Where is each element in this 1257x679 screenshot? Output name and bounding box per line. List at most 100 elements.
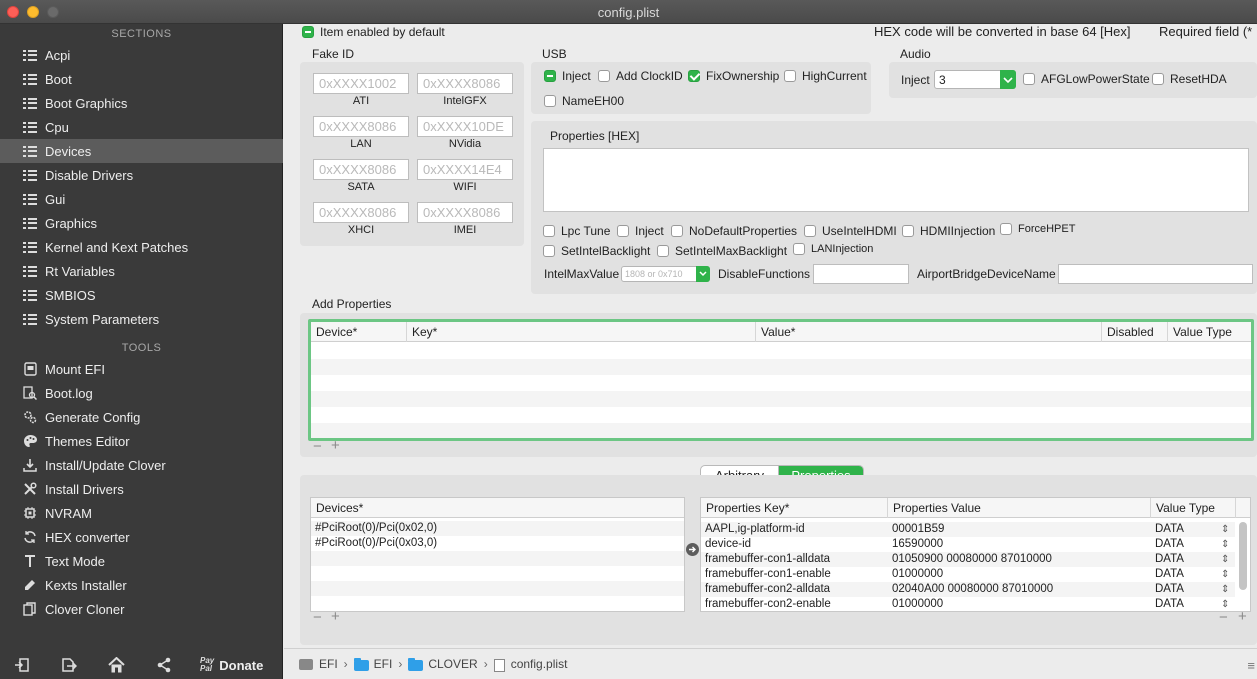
open-icon[interactable] — [11, 654, 33, 676]
usb-inject-checkbox[interactable]: Inject — [544, 69, 591, 83]
sidebar-item-cpu[interactable]: Cpu — [0, 115, 283, 139]
sidebar-item-kernel-and-kext-patches[interactable]: Kernel and Kext Patches — [0, 235, 283, 259]
table-row[interactable]: device-id 16590000 DATA ⇕ — [701, 537, 1235, 552]
properties-hex-textarea[interactable] — [543, 148, 1249, 212]
intel-max-value-combobox[interactable]: 1808 or 0x710 — [621, 266, 710, 282]
afg-low-power-checkbox[interactable]: AFGLowPowerState — [1023, 72, 1150, 86]
add-properties-table[interactable]: Device* Key* Value* Disabled Value Type — [308, 319, 1254, 441]
column-disabled[interactable]: Disabled — [1101, 322, 1167, 342]
fake-id-lan-field[interactable]: 0xXXXX8086 — [313, 116, 409, 137]
path-item[interactable]: EFI — [374, 657, 393, 671]
column-value[interactable]: Value* — [755, 322, 795, 342]
scrollbar-thumb[interactable] — [1239, 522, 1247, 590]
property-type[interactable]: DATA — [1151, 552, 1184, 567]
lan-injection-checkbox[interactable]: LANInjection — [793, 243, 873, 255]
property-type[interactable]: DATA — [1151, 597, 1184, 611]
property-type[interactable]: DATA — [1151, 522, 1184, 537]
table-row[interactable] — [311, 551, 684, 566]
stepper-icon[interactable]: ⇕ — [1217, 522, 1229, 537]
item-enabled-checkbox[interactable]: Item enabled by default — [302, 25, 445, 39]
sidebar-item-graphics[interactable]: Graphics — [0, 211, 283, 235]
add-property-button[interactable]: + — [1238, 608, 1247, 625]
tool-item-boot-log[interactable]: Boot.log — [0, 381, 283, 405]
no-default-properties-checkbox[interactable]: NoDefaultProperties — [671, 224, 797, 238]
fake-id-intelgfx-field[interactable]: 0xXXXX8086 — [417, 73, 513, 94]
fake-id-wifi-field[interactable]: 0xXXXX14E4 — [417, 159, 513, 180]
tool-item-themes-editor[interactable]: Themes Editor — [0, 429, 283, 453]
fake-id-xhci-field[interactable]: 0xXXXX8086 — [313, 202, 409, 223]
sidebar-item-smbios[interactable]: SMBIOS — [0, 283, 283, 307]
table-row[interactable] — [311, 566, 684, 581]
properties-inject-checkbox[interactable]: Inject — [617, 224, 664, 238]
tool-item-hex-converter[interactable]: HEX converter — [0, 525, 283, 549]
property-type[interactable]: DATA — [1151, 567, 1184, 582]
disable-functions-field[interactable] — [813, 264, 909, 284]
remove-device-button[interactable]: − — [313, 609, 322, 626]
add-row-button[interactable]: + — [331, 437, 340, 454]
column-value-type[interactable]: Value Type — [1150, 498, 1215, 518]
table-row[interactable]: framebuffer-con1-enable 01000000 DATA ⇕ — [701, 567, 1235, 582]
table-row[interactable]: framebuffer-con1-alldata 01050900 0008000… — [701, 552, 1235, 567]
save-as-icon[interactable] — [58, 654, 80, 676]
audio-inject-combobox[interactable]: 3 — [934, 70, 1016, 89]
add-clockid-checkbox[interactable]: Add ClockID — [598, 69, 683, 83]
fake-id-nvidia-field[interactable]: 0xXXXX10DE — [417, 116, 513, 137]
sidebar-item-gui[interactable]: Gui — [0, 187, 283, 211]
table-row[interactable]: #PciRoot(0)/Pci(0x02,0) — [311, 521, 684, 536]
table-row[interactable] — [311, 596, 684, 611]
stepper-icon[interactable]: ⇕ — [1217, 537, 1229, 552]
tool-item-nvram[interactable]: NVRAM — [0, 501, 283, 525]
fix-ownership-checkbox[interactable]: FixOwnership — [688, 69, 779, 83]
column-devices[interactable]: Devices* — [311, 498, 363, 518]
sidebar-item-disable-drivers[interactable]: Disable Drivers — [0, 163, 283, 187]
column-properties-value[interactable]: Properties Value — [887, 498, 981, 518]
set-intel-backlight-checkbox[interactable]: SetIntelBacklight — [543, 244, 650, 258]
property-value[interactable]: 01000000 — [888, 597, 943, 611]
use-intel-hdmi-checkbox[interactable]: UseIntelHDMI — [804, 224, 897, 238]
remove-property-button[interactable]: − — [1219, 609, 1228, 626]
stepper-icon[interactable]: ⇕ — [1217, 567, 1229, 582]
lpc-tune-checkbox[interactable]: Lpc Tune — [543, 224, 610, 238]
tool-item-clover-cloner[interactable]: Clover Cloner — [0, 597, 283, 621]
sidebar-item-rt-variables[interactable]: Rt Variables — [0, 259, 283, 283]
force-hpet-checkbox[interactable]: ForceHPET — [1000, 223, 1075, 235]
name-eh00-checkbox[interactable]: NameEH00 — [544, 94, 624, 108]
stepper-icon[interactable]: ⇕ — [1217, 552, 1229, 567]
sidebar-item-boot[interactable]: Boot — [0, 67, 283, 91]
sidebar-item-acpi[interactable]: Acpi — [0, 43, 283, 67]
path-item[interactable]: CLOVER — [428, 657, 477, 671]
table-row[interactable]: framebuffer-con2-enable 01000000 DATA ⇕ — [701, 597, 1235, 611]
table-row[interactable]: AAPL,ig-platform-id 00001B59 DATA ⇕ — [701, 522, 1235, 537]
sidebar-item-system-parameters[interactable]: System Parameters — [0, 307, 283, 331]
property-type[interactable]: DATA — [1151, 582, 1184, 597]
property-value[interactable]: 01000000 — [888, 567, 943, 582]
property-value[interactable]: 01050900 00080000 87010000 — [888, 552, 1052, 567]
donate-button[interactable]: Pay Pal Donate — [200, 654, 263, 676]
tool-item-install-drivers[interactable]: Install Drivers — [0, 477, 283, 501]
table-row[interactable]: framebuffer-con2-alldata 02040A00 0008000… — [701, 582, 1235, 597]
table-row[interactable]: #PciRoot(0)/Pci(0x03,0) — [311, 536, 684, 551]
properties-table[interactable]: Properties Key* Properties Value Value T… — [700, 497, 1251, 612]
chevron-down-icon[interactable] — [1000, 70, 1016, 89]
high-current-checkbox[interactable]: HighCurrent — [784, 69, 867, 83]
devices-table[interactable]: Devices* #PciRoot(0)/Pci(0x02,0) #PciRoot… — [310, 497, 685, 612]
column-device[interactable]: Device* — [311, 322, 357, 342]
path-item[interactable]: EFI — [319, 657, 338, 671]
fake-id-imei-field[interactable]: 0xXXXX8086 — [417, 202, 513, 223]
reset-hda-checkbox[interactable]: ResetHDA — [1152, 72, 1227, 86]
tool-item-generate-config[interactable]: Generate Config — [0, 405, 283, 429]
column-key[interactable]: Key* — [406, 322, 437, 342]
tool-item-kexts-installer[interactable]: Kexts Installer — [0, 573, 283, 597]
tool-item-text-mode[interactable]: Text Mode — [0, 549, 283, 573]
column-properties-key[interactable]: Properties Key* — [701, 498, 789, 518]
set-intel-max-backlight-checkbox[interactable]: SetIntelMaxBacklight — [657, 244, 787, 258]
hdmi-injection-checkbox[interactable]: HDMIInjection — [902, 224, 995, 238]
share-icon[interactable] — [153, 654, 175, 676]
sidebar-item-devices[interactable]: Devices — [0, 139, 283, 163]
tool-item-install-update-clover[interactable]: Install/Update Clover — [0, 453, 283, 477]
home-icon[interactable] — [105, 654, 127, 676]
property-type[interactable]: DATA — [1151, 537, 1184, 552]
column-value-type[interactable]: Value Type — [1167, 322, 1232, 342]
fake-id-sata-field[interactable]: 0xXXXX8086 — [313, 159, 409, 180]
property-value[interactable]: 16590000 — [888, 537, 943, 552]
